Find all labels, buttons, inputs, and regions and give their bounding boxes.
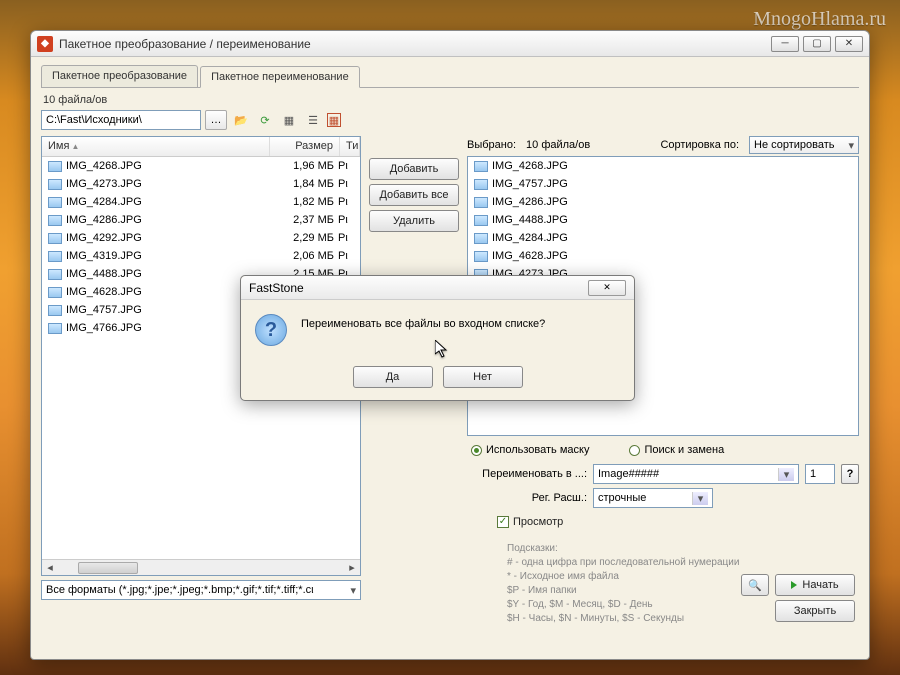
close-button[interactable]: ✕ bbox=[835, 36, 863, 52]
sort-label: Сортировка по: bbox=[660, 139, 739, 151]
minimize-button[interactable]: ─ bbox=[771, 36, 799, 52]
add-button[interactable]: Добавить bbox=[369, 158, 459, 180]
image-file-icon bbox=[48, 233, 62, 244]
folder-up-icon[interactable]: 📂 bbox=[231, 110, 251, 130]
window-title: Пакетное преобразование / переименование bbox=[59, 37, 311, 51]
col-size[interactable]: Размер bbox=[270, 137, 340, 156]
table-row[interactable]: IMG_4286.JPG2,37 МБРι bbox=[42, 211, 360, 229]
confirm-dialog: FastStone ✕ ? Переименовать все файлы во… bbox=[240, 275, 635, 401]
rename-pattern-combo[interactable]: Image#####▾ bbox=[593, 464, 799, 484]
tab-bar: Пакетное преобразование Пакетное переиме… bbox=[41, 65, 859, 88]
list-item[interactable]: IMG_4286.JPG bbox=[468, 193, 858, 211]
maximize-button[interactable]: ▢ bbox=[803, 36, 831, 52]
table-row[interactable]: IMG_4292.JPG2,29 МБРι bbox=[42, 229, 360, 247]
image-file-icon bbox=[474, 179, 488, 190]
file-count-label: 10 файла/ов bbox=[43, 94, 859, 106]
path-input[interactable] bbox=[41, 110, 201, 130]
add-all-button[interactable]: Добавить все bbox=[369, 184, 459, 206]
image-file-icon bbox=[48, 305, 62, 316]
horizontal-scrollbar[interactable]: ◂▸ bbox=[42, 559, 360, 575]
image-file-icon bbox=[48, 251, 62, 262]
dialog-title: FastStone bbox=[249, 281, 304, 295]
dialog-text: Переименовать все файлы во входном списк… bbox=[301, 314, 545, 330]
table-row[interactable]: IMG_4273.JPG1,84 МБРι bbox=[42, 175, 360, 193]
image-file-icon bbox=[474, 197, 488, 208]
preview-checkbox[interactable]: ✓Просмотр bbox=[497, 516, 859, 528]
image-file-icon bbox=[474, 161, 488, 172]
list-item[interactable]: IMG_4488.JPG bbox=[468, 211, 858, 229]
col-type[interactable]: Ти bbox=[340, 137, 360, 156]
image-file-icon bbox=[48, 197, 62, 208]
help-button[interactable]: ? bbox=[841, 464, 859, 484]
table-row[interactable]: IMG_4319.JPG2,06 МБРι bbox=[42, 247, 360, 265]
question-icon: ? bbox=[255, 314, 287, 346]
remove-button[interactable]: Удалить bbox=[369, 210, 459, 232]
start-button[interactable]: Начать bbox=[775, 574, 855, 596]
view-thumb-icon[interactable]: ▦ bbox=[327, 113, 341, 127]
view-list-icon[interactable]: ☰ bbox=[303, 110, 323, 130]
list-item[interactable]: IMG_4284.JPG bbox=[468, 229, 858, 247]
selected-label: Выбрано: bbox=[467, 139, 516, 151]
selected-count: 10 файла/ов bbox=[526, 139, 590, 151]
list-item[interactable]: IMG_4268.JPG bbox=[468, 157, 858, 175]
list-item[interactable]: IMG_4628.JPG bbox=[468, 247, 858, 265]
dialog-titlebar[interactable]: FastStone ✕ bbox=[241, 276, 634, 300]
format-filter-combo[interactable]: Все форматы (*.jpg;*.jpe;*.jpeg;*.bmp;*.… bbox=[41, 580, 361, 600]
dialog-close-button[interactable]: ✕ bbox=[588, 280, 626, 296]
image-file-icon bbox=[474, 251, 488, 262]
dialog-yes-button[interactable]: Да bbox=[353, 366, 433, 388]
table-row[interactable]: IMG_4268.JPG1,96 МБРι bbox=[42, 157, 360, 175]
sort-combo[interactable]: Не сортировать▾ bbox=[749, 136, 859, 154]
image-file-icon bbox=[48, 215, 62, 226]
view-details-icon[interactable]: ▦ bbox=[279, 110, 299, 130]
radio-use-mask[interactable]: Использовать маску bbox=[471, 444, 589, 456]
preview-window-button[interactable]: 🔍 bbox=[741, 574, 769, 596]
tab-convert[interactable]: Пакетное преобразование bbox=[41, 65, 198, 87]
ext-case-label: Рег. Расш.: bbox=[467, 492, 587, 504]
col-name[interactable]: Имя▲ bbox=[42, 137, 270, 156]
titlebar[interactable]: ◆ Пакетное преобразование / переименован… bbox=[31, 31, 869, 57]
cursor-icon bbox=[435, 340, 451, 363]
table-row[interactable]: IMG_4284.JPG1,82 МБРι bbox=[42, 193, 360, 211]
image-file-icon bbox=[48, 269, 62, 280]
image-file-icon bbox=[48, 287, 62, 298]
start-number-spinner[interactable]: 1 bbox=[805, 464, 835, 484]
app-icon: ◆ bbox=[37, 36, 53, 52]
watermark: MnogoHlama.ru bbox=[753, 8, 886, 31]
image-file-icon bbox=[48, 161, 62, 172]
refresh-icon[interactable]: ⟳ bbox=[255, 110, 275, 130]
list-item[interactable]: IMG_4757.JPG bbox=[468, 175, 858, 193]
radio-search-replace[interactable]: Поиск и замена bbox=[629, 444, 724, 456]
dialog-no-button[interactable]: Нет bbox=[443, 366, 523, 388]
close-main-button[interactable]: Закрыть bbox=[775, 600, 855, 622]
image-file-icon bbox=[474, 215, 488, 226]
ext-case-combo[interactable]: строчные▾ bbox=[593, 488, 713, 508]
rename-to-label: Переименовать в ...: bbox=[467, 468, 587, 480]
image-file-icon bbox=[48, 179, 62, 190]
image-file-icon bbox=[474, 233, 488, 244]
tab-rename[interactable]: Пакетное переименование bbox=[200, 66, 360, 88]
image-file-icon bbox=[48, 323, 62, 334]
browse-button[interactable]: … bbox=[205, 110, 227, 130]
